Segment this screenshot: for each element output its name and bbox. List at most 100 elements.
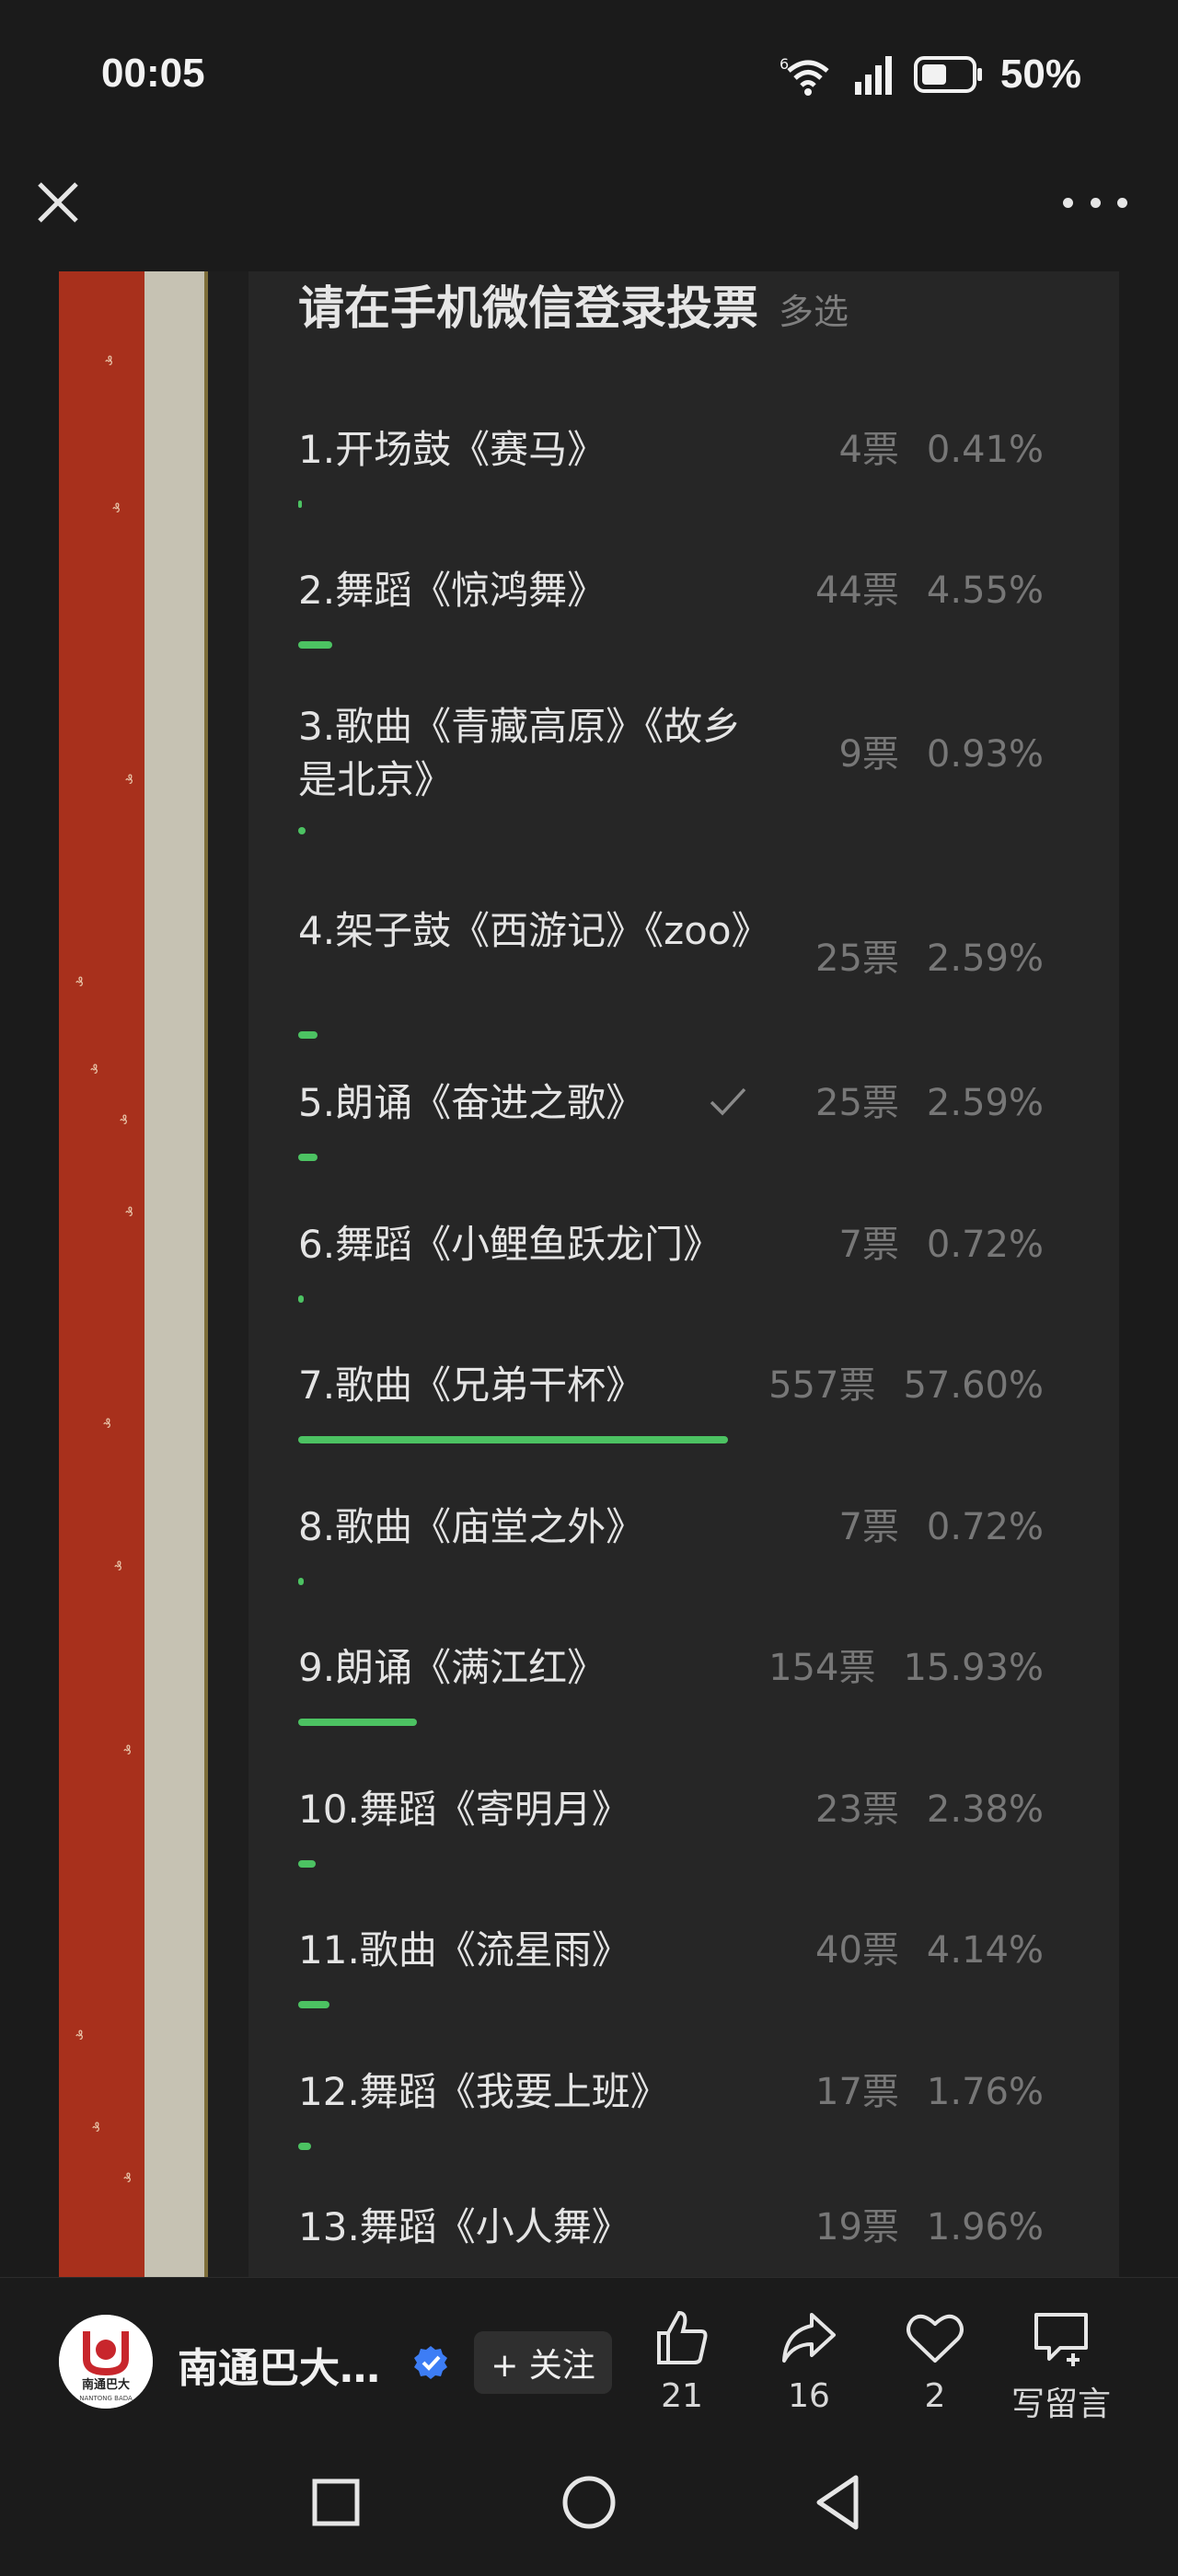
vote-bar	[298, 1154, 318, 1161]
vote-count: 17票	[815, 2071, 899, 2113]
svg-text:南通巴大: 南通巴大	[82, 2377, 130, 2392]
vote-count: 40票	[815, 1929, 899, 1972]
account-name[interactable]: 南通巴大…	[178, 2335, 380, 2394]
vote-bar-track	[298, 2143, 1044, 2150]
vote-bar	[298, 2001, 329, 2008]
vote-percent: 2.38%	[926, 1788, 1044, 1831]
vote-option-stats: 44票 4.55%	[815, 564, 1044, 617]
thumbs-up-icon	[657, 2310, 708, 2364]
vote-percent: 1.76%	[926, 2071, 1044, 2113]
vote-bar-track	[298, 2001, 1044, 2008]
close-button[interactable]	[35, 179, 81, 225]
nav-square-icon[interactable]	[304, 2470, 368, 2535]
vote-option-label: 1.开场鼓《赛马》	[298, 427, 606, 472]
heart-icon	[907, 2314, 964, 2363]
vote-option-label: 5.朗诵《奋进之歌》	[298, 1080, 645, 1125]
vote-option[interactable]: 13.舞蹈《小人舞》 19票 1.96%	[298, 2201, 1044, 2254]
vote-option-stats: 25票 2.59%	[815, 932, 1044, 985]
vote-bar	[298, 1436, 728, 1443]
vote-option[interactable]: 7.歌曲《兄弟干杯》 557票 57.60%	[298, 1359, 1044, 1443]
vote-option-label: 11.歌曲《流星雨》	[298, 1927, 630, 1972]
vote-option-stats: 7票 0.72%	[838, 1218, 1044, 1271]
vote-option[interactable]: 1.开场鼓《赛马》 4票 0.41%	[298, 423, 1044, 508]
vote-bar	[298, 1578, 304, 1585]
vote-option-label: 13.舞蹈《小人舞》	[298, 2204, 630, 2249]
article-content[interactable]: ₰ ₰ ₰ ₰ ₰ ₰ ₰ ₰ ₰ ₰ ₰ ₰ ₰ 请在手机微信登录投票 多选 1.开场鼓《赛马…	[59, 271, 1119, 2277]
favorite-count: 2	[924, 2377, 946, 2415]
vote-count: 154票	[768, 1647, 876, 1689]
vote-option[interactable]: 5.朗诵《奋进之歌》 25票 2.59%	[298, 1076, 1044, 1161]
vote-percent: 0.72%	[926, 1224, 1044, 1266]
vote-header: 请在手机微信登录投票 多选	[298, 271, 849, 335]
like-count: 21	[661, 2377, 703, 2415]
vote-option[interactable]: 6.舞蹈《小鲤鱼跃龙门》 7票 0.72%	[298, 1218, 1044, 1303]
account-logo: 南通巴大 NANTONG BADA	[59, 2315, 153, 2409]
vote-option-stats: 23票 2.38%	[815, 1783, 1044, 1836]
share-button[interactable]: 16	[749, 2306, 869, 2415]
vote-option-label: 10.舞蹈《寄明月》	[298, 1787, 630, 1832]
check-icon	[710, 1087, 746, 1116]
vote-option[interactable]: 3.歌曲《青藏高原》《故乡是北京》 9票 0.93%	[298, 700, 1044, 834]
like-button[interactable]: 21	[622, 2306, 742, 2415]
vote-bar	[298, 1031, 318, 1039]
vote-option-label: 4.架子鼓《西游记》《zoo》	[298, 908, 770, 953]
status-icons: 6 50%	[780, 51, 1081, 98]
vote-bar-track	[298, 1154, 1044, 1161]
vote-bar-track	[298, 1719, 1044, 1726]
vote-percent: 0.72%	[926, 1506, 1044, 1548]
favorite-button[interactable]: 2	[875, 2306, 995, 2415]
more-button[interactable]	[1063, 184, 1127, 221]
vote-option[interactable]: 4.架子鼓《西游记》《zoo》 25票 2.59%	[298, 904, 1044, 1039]
vote-option-stats: 17票 1.76%	[815, 2065, 1044, 2119]
nav-back-icon[interactable]	[806, 2470, 871, 2535]
system-nav-bar	[0, 2433, 1178, 2576]
vote-bar	[298, 641, 332, 649]
share-count: 16	[788, 2377, 830, 2415]
vote-option[interactable]: 10.舞蹈《寄明月》 23票 2.38%	[298, 1783, 1044, 1868]
vote-percent: 57.60%	[903, 1364, 1044, 1407]
decorative-gap	[208, 271, 248, 2277]
vote-bar	[298, 2143, 311, 2150]
vote-bar-track	[298, 500, 1044, 508]
vote-count: 25票	[815, 1082, 899, 1124]
vote-option-label: 3.歌曲《青藏高原》《故乡是北京》	[298, 704, 742, 802]
decorative-cream-border	[144, 271, 204, 2277]
vote-option[interactable]: 8.歌曲《庙堂之外》 7票 0.72%	[298, 1501, 1044, 1585]
vote-bar	[298, 1295, 304, 1303]
vote-option-label: 8.歌曲《庙堂之外》	[298, 1504, 645, 1549]
comment-button[interactable]: 写留言	[1001, 2306, 1121, 2425]
vote-option-stats: 9票 0.93%	[838, 728, 1044, 781]
vote-option[interactable]: 12.舞蹈《我要上班》 17票 1.76%	[298, 2065, 1044, 2150]
vote-count: 19票	[815, 2206, 899, 2248]
account-avatar[interactable]: 南通巴大 NANTONG BADA	[59, 2315, 153, 2409]
vote-option-stats: 154票 15.93%	[768, 1641, 1044, 1695]
verified-icon	[414, 2346, 447, 2379]
follow-button[interactable]: + 关注	[474, 2331, 612, 2394]
vote-count: 23票	[815, 1788, 899, 1831]
vote-card: 请在手机微信登录投票 多选 1.开场鼓《赛马》 4票 0.41% 2.舞蹈《惊鸿舞》 4…	[248, 271, 1119, 2277]
vote-option-label: 2.舞蹈《惊鸿舞》	[298, 568, 606, 613]
vote-option-stats: 4票 0.41%	[838, 423, 1044, 477]
vote-percent: 1.96%	[926, 2206, 1044, 2248]
vote-percent: 2.59%	[926, 1082, 1044, 1124]
vote-percent: 4.55%	[926, 569, 1044, 612]
vote-title: 请在手机微信登录投票	[298, 282, 758, 335]
more-icon	[1063, 197, 1073, 208]
top-bar	[0, 156, 1178, 271]
vote-percent: 0.41%	[926, 429, 1044, 471]
vote-option[interactable]: 11.歌曲《流星雨》 40票 4.14%	[298, 1924, 1044, 2008]
signal-icon	[854, 56, 892, 95]
vote-option-label: 6.舞蹈《小鲤鱼跃龙门》	[298, 1222, 722, 1267]
vote-option[interactable]: 2.舞蹈《惊鸿舞》 44票 4.55%	[298, 564, 1044, 649]
vote-option-label: 7.歌曲《兄弟干杯》	[298, 1363, 645, 1408]
vote-count: 7票	[838, 1506, 899, 1548]
close-icon	[38, 182, 78, 223]
vote-percent: 15.93%	[903, 1647, 1044, 1689]
vote-option[interactable]: 9.朗诵《满江红》 154票 15.93%	[298, 1641, 1044, 1726]
vote-mode: 多选	[779, 292, 849, 332]
nav-circle-icon[interactable]	[557, 2470, 621, 2535]
vote-count: 9票	[838, 733, 899, 776]
share-icon	[782, 2313, 836, 2363]
vote-option-stats: 40票 4.14%	[815, 1924, 1044, 1977]
vote-count: 7票	[838, 1224, 899, 1266]
